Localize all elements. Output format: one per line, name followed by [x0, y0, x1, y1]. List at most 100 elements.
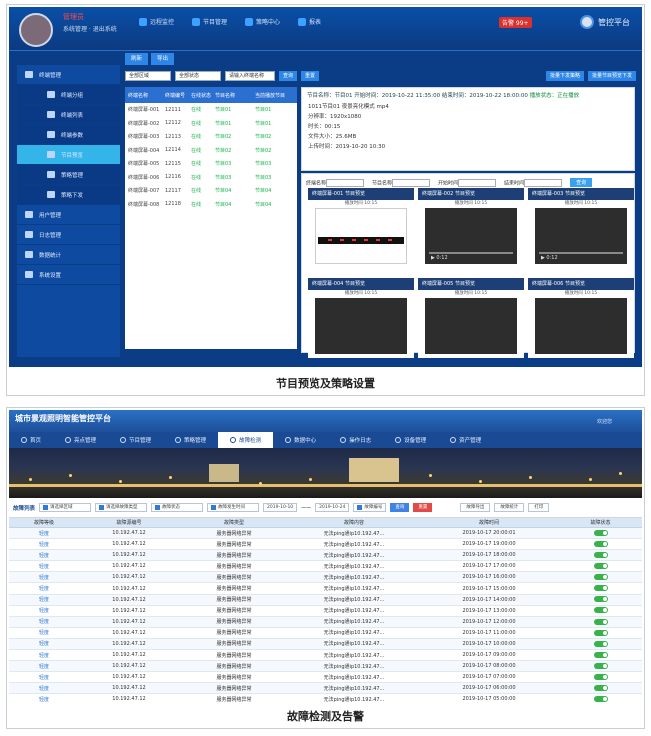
- sidebar-item[interactable]: 系统设置: [17, 265, 120, 285]
- preview-card[interactable]: 终端屏幕-002 节目预览 播放时间 10:15 ▶ 0:12: [418, 188, 524, 268]
- video-player[interactable]: [535, 298, 627, 354]
- nav-tab[interactable]: 资产管理: [438, 432, 493, 448]
- reset-button[interactable]: 重置: [413, 503, 433, 512]
- fault-print-button[interactable]: 打印: [528, 503, 550, 512]
- preview-filter-input[interactable]: [524, 178, 563, 187]
- table-row[interactable]: 轻度 10.192.47.12 服务器网络异常 无法ping通ip10.192.47.…: [9, 683, 642, 695]
- table-row[interactable]: 终端屏幕-005 12115 在线 节目03 节目03: [125, 157, 297, 171]
- fault-level-link[interactable]: 轻度: [9, 629, 79, 636]
- nav-item[interactable]: 远程监控: [139, 17, 174, 26]
- fault-level-link[interactable]: 轻度: [9, 652, 79, 659]
- fault-level-link[interactable]: 轻度: [9, 552, 79, 559]
- fault-level-link[interactable]: 轻度: [9, 585, 79, 592]
- status-toggle[interactable]: [593, 685, 608, 692]
- query-button[interactable]: 查询: [390, 503, 410, 512]
- sidebar-item[interactable]: 终端分组: [17, 85, 120, 105]
- nav-tab[interactable]: 故障检测: [218, 432, 274, 448]
- video-player[interactable]: [315, 298, 407, 354]
- date-from[interactable]: 2019-10-10: [263, 503, 298, 512]
- alarm-badge[interactable]: 告警 99+: [499, 17, 532, 28]
- table-row[interactable]: 轻度 10.192.47.12 服务器网络异常 无法ping通ip10.192.47.…: [9, 572, 642, 584]
- fault-level-link[interactable]: 轻度: [9, 663, 79, 670]
- table-row[interactable]: 轻度 10.192.47.12 服务器网络异常 无法ping通ip10.192.47.…: [9, 627, 642, 639]
- batch-button[interactable]: 批量节目预览下发: [587, 71, 636, 81]
- status-toggle[interactable]: [593, 563, 608, 570]
- status-toggle[interactable]: [593, 551, 608, 558]
- preview-card[interactable]: 终端屏幕-001 节目预览 播放时间 10:15: [308, 188, 414, 268]
- sidebar-item[interactable]: 用户管理: [17, 205, 120, 225]
- table-row[interactable]: 轻度 10.192.47.12 服务器网络异常 无法ping通ip10.192.47.…: [9, 638, 642, 651]
- nav-tab[interactable]: 设备管理: [383, 432, 438, 448]
- sidebar-item[interactable]: 数据统计: [17, 245, 120, 265]
- table-row[interactable]: 终端屏幕-003 12113 在线 节目02 节目02: [125, 130, 297, 144]
- fault-level-link[interactable]: 轻度: [9, 530, 79, 537]
- nav-tab[interactable]: 操作日志: [328, 432, 383, 448]
- status-toggle[interactable]: [593, 696, 608, 703]
- table-row[interactable]: 轻度 10.192.47.12 服务器网络异常 无法ping通ip10.192.47.…: [9, 672, 642, 684]
- status-toggle[interactable]: [593, 607, 608, 614]
- video-progress-bar[interactable]: [429, 252, 513, 254]
- video-player[interactable]: ▶ 0:12: [535, 208, 627, 264]
- batch-button[interactable]: 批量下发策略: [545, 71, 584, 81]
- fault-search-input[interactable]: 故障编号: [353, 503, 387, 512]
- fault-filter-select[interactable]: 请选择区域: [39, 503, 92, 512]
- table-row[interactable]: 轻度 10.192.47.12 服务器网络异常 无法ping通ip10.192.47.…: [9, 616, 642, 628]
- avatar[interactable]: [19, 13, 53, 47]
- preview-card[interactable]: 终端屏幕-004 节目预览 播放时间 10:15: [308, 278, 414, 358]
- fault-level-link[interactable]: 轻度: [9, 541, 79, 548]
- filter-select[interactable]: 全部状态: [175, 71, 221, 81]
- fault-filter-select[interactable]: 故障状态: [151, 503, 204, 512]
- table-row[interactable]: 轻度 10.192.47.12 服务器网络异常 无法ping通ip10.192.47.…: [9, 539, 642, 551]
- nav-tab[interactable]: 数据中心: [273, 432, 328, 448]
- status-toggle[interactable]: [593, 529, 608, 536]
- nav-tab[interactable]: 首页: [9, 432, 53, 448]
- sidebar-item[interactable]: 节目预览: [17, 145, 120, 165]
- sidebar-item[interactable]: 终端参数: [17, 125, 120, 145]
- table-row[interactable]: 轻度 10.192.47.12 服务器网络异常 无法ping通ip10.192.47.…: [9, 561, 642, 573]
- fault-level-link[interactable]: 轻度: [9, 618, 79, 625]
- nav-item[interactable]: 策略中心: [245, 17, 280, 26]
- nav-tab[interactable]: 策略管理: [163, 432, 218, 448]
- video-progress-bar[interactable]: [539, 252, 623, 254]
- filter-button[interactable]: 查询: [279, 71, 298, 81]
- filter-select[interactable]: 全部区域: [125, 71, 171, 81]
- table-row[interactable]: 轻度 10.192.47.12 服务器网络异常 无法ping通ip10.192.47.…: [9, 650, 642, 662]
- table-row[interactable]: 轻度 10.192.47.12 服务器网络异常 无法ping通ip10.192.47.…: [9, 583, 642, 595]
- status-toggle[interactable]: [593, 651, 608, 658]
- fault-level-link[interactable]: 轻度: [9, 640, 79, 647]
- preview-filter-input[interactable]: [458, 178, 497, 187]
- status-toggle[interactable]: [593, 585, 608, 592]
- fault-level-link[interactable]: 轻度: [9, 685, 79, 692]
- status-toggle[interactable]: [593, 640, 608, 647]
- table-row[interactable]: 轻度 10.192.47.12 服务器网络异常 无法ping通ip10.192.47.…: [9, 550, 642, 562]
- table-row[interactable]: 终端屏幕-001 12111 在线 节目01 节目01: [125, 103, 297, 117]
- status-toggle[interactable]: [593, 674, 608, 681]
- welcome-text[interactable]: 欢迎您: [597, 418, 612, 425]
- fault-filter-select[interactable]: 请选择故障类型: [95, 503, 148, 512]
- filter-button[interactable]: 重置: [301, 71, 320, 81]
- play-icon[interactable]: ▶ 0:12: [541, 255, 558, 261]
- sidebar-item[interactable]: 终端列表: [17, 105, 120, 125]
- video-player[interactable]: [315, 208, 407, 264]
- preview-card[interactable]: 终端屏幕-005 节目预览 播放时间 10:15: [418, 278, 524, 358]
- table-row[interactable]: 终端屏幕-008 12118 在线 节目04 节目04: [125, 198, 297, 212]
- status-toggle[interactable]: [593, 574, 608, 581]
- nav-tab[interactable]: 亮点管理: [53, 432, 108, 448]
- fault-export-button[interactable]: 故障导出: [460, 503, 491, 512]
- table-row[interactable]: 轻度 10.192.47.12 服务器网络异常 无法ping通ip10.192.47.…: [9, 661, 642, 673]
- table-row[interactable]: 轻度 10.192.47.12 服务器网络异常 无法ping通ip10.192.47.…: [9, 594, 642, 606]
- table-row[interactable]: 终端屏幕-007 12117 在线 节目04 节目04: [125, 184, 297, 198]
- status-toggle[interactable]: [593, 540, 608, 547]
- sidebar-item[interactable]: 日志管理: [17, 225, 120, 245]
- preview-filter-input[interactable]: [326, 178, 365, 187]
- status-toggle[interactable]: [593, 596, 608, 603]
- sidebar-item[interactable]: 策略管理: [17, 165, 120, 185]
- table-row[interactable]: 轻度 10.192.47.12 服务器网络异常 无法ping通ip10.192.47.…: [9, 694, 642, 703]
- nav-item[interactable]: 节目管理: [192, 17, 227, 26]
- preview-filter-input[interactable]: [392, 178, 431, 187]
- fault-level-link[interactable]: 轻度: [9, 674, 79, 681]
- toolbar-button[interactable]: 刷新: [125, 53, 149, 65]
- toolbar-button[interactable]: 导出: [151, 53, 175, 65]
- status-toggle[interactable]: [593, 662, 608, 669]
- fault-level-link[interactable]: 轻度: [9, 563, 79, 570]
